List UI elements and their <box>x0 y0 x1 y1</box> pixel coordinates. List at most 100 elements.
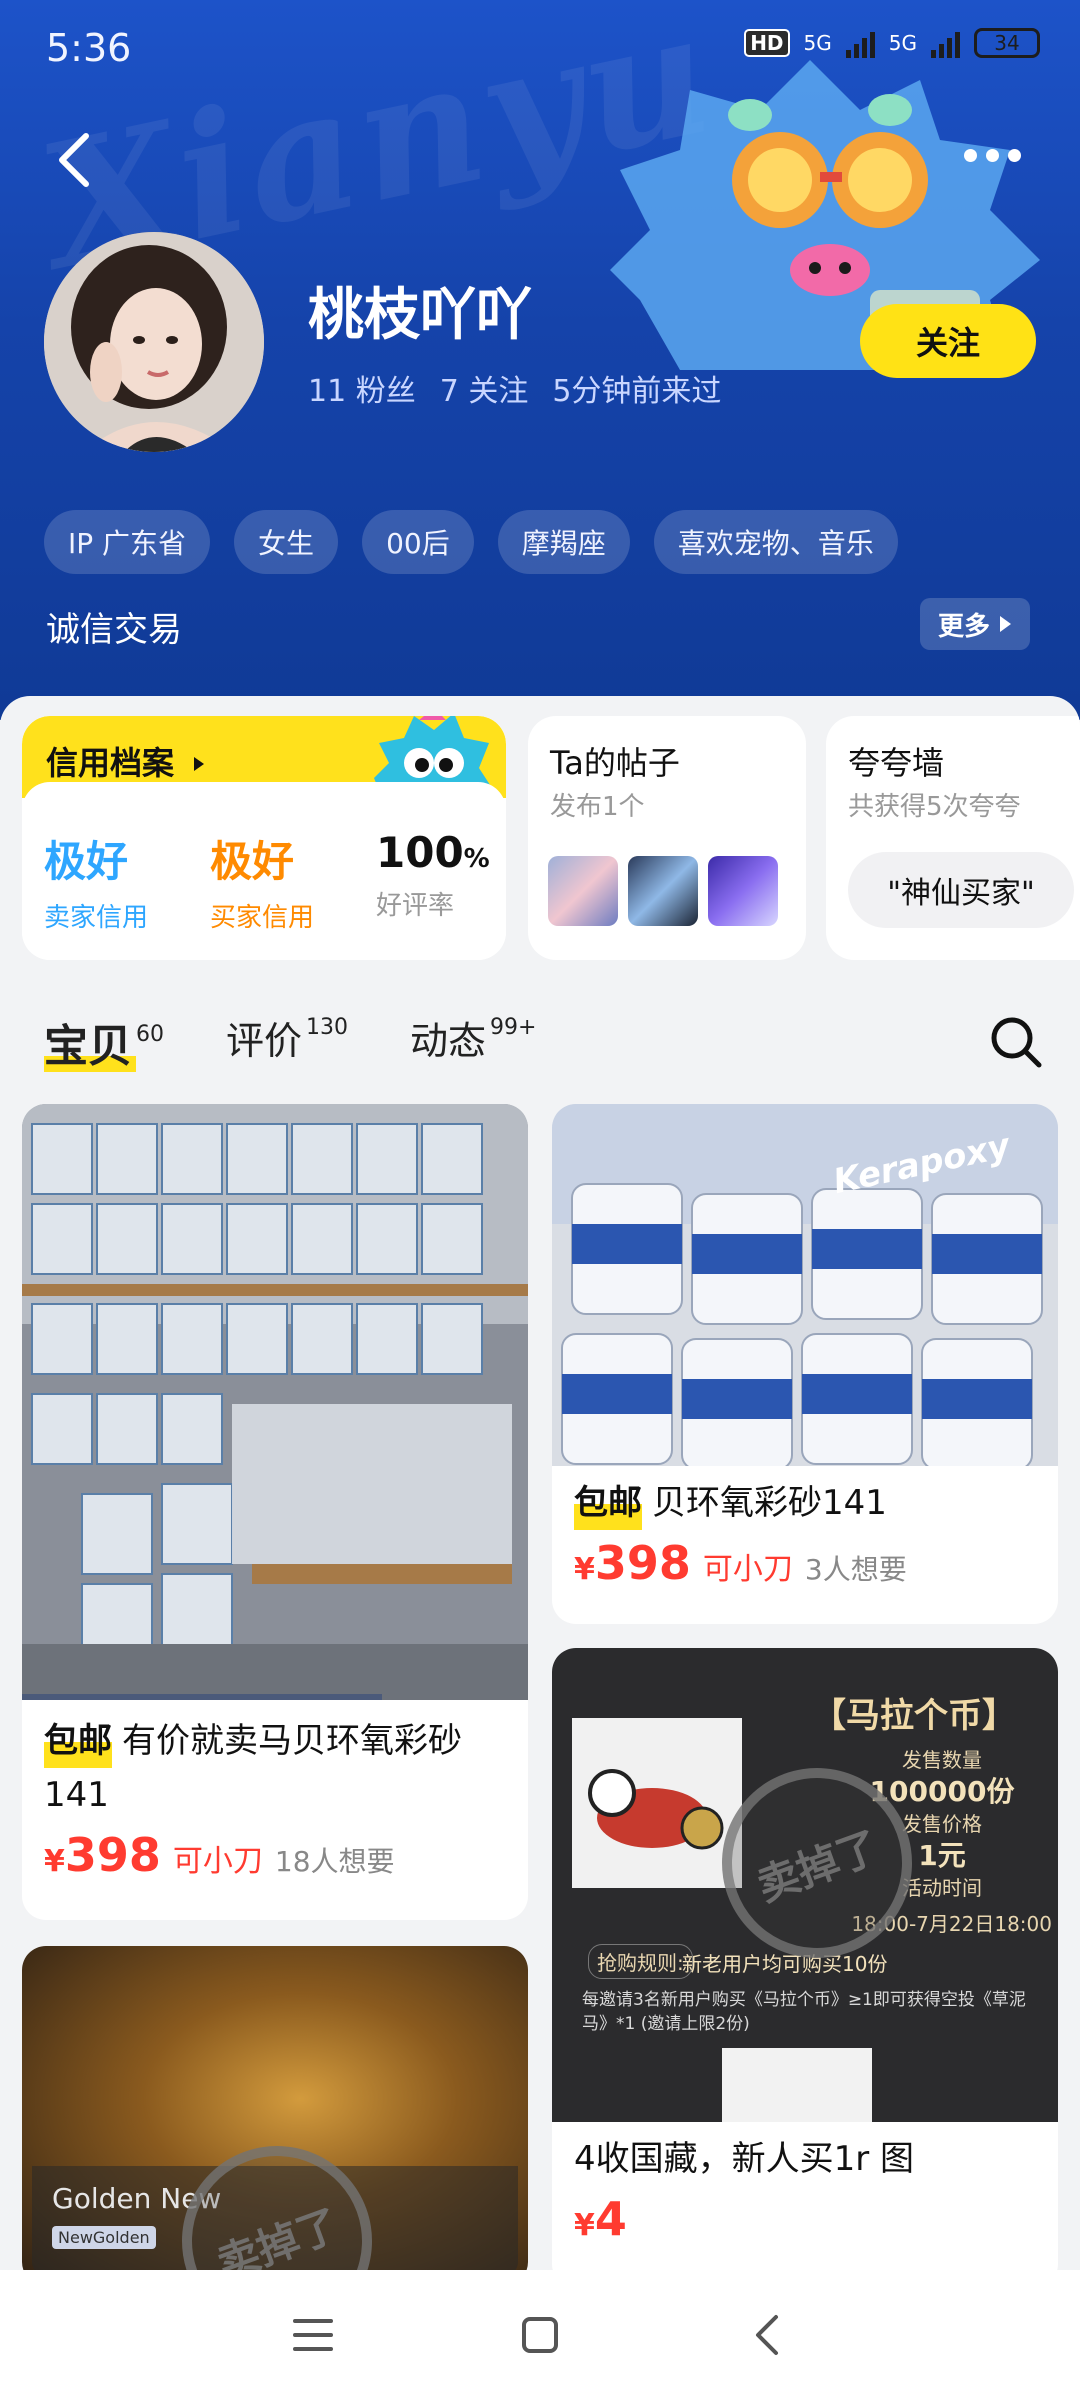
product-card[interactable]: Kerapoxy 包邮 贝环氧彩砂141 ¥398 可小刀 3人想要 <box>552 1104 1058 1624</box>
tag-location[interactable]: IP 广东省 <box>44 510 211 574</box>
tag-gender[interactable]: 女生 <box>234 510 339 574</box>
currency-symbol: ¥ <box>574 2208 595 2243</box>
product-image: 【马拉个币】 发售数量 100000份 发售价格 1元 活动时间 18:00-7… <box>552 1648 1058 2122</box>
posts-card[interactable]: Ta的帖子 发布1个 <box>528 716 806 960</box>
signal-icon <box>845 28 875 58</box>
tab-items-label: 宝贝 <box>44 1021 132 1072</box>
product-image-illustration <box>572 1718 742 1888</box>
product-image <box>22 1104 528 1700</box>
price-value: 4 <box>594 2192 627 2246</box>
product-info: 4收国藏，新人买1r 图 ¥4 <box>574 2132 1036 2246</box>
alpaca-illustration <box>722 2048 872 2122</box>
rate-unit: % <box>463 844 490 874</box>
price-row: ¥398 可小刀 3人想要 <box>574 1536 1036 1590</box>
more-button[interactable]: 更多 <box>919 598 1030 650</box>
more-dots-icon <box>1007 148 1021 162</box>
image-note: 每邀请3名新用户购买《马拉个币》≥1即可获得空投《草泥马》*1 (邀请上限2份) <box>582 1990 1026 2034</box>
image-rule-label: 抢购规则: <box>588 1944 693 1979</box>
product-price: ¥398 <box>44 1828 161 1882</box>
image-title: 【马拉个币】 <box>812 1696 1016 1736</box>
back-arrow-icon <box>59 133 89 187</box>
back-triangle-icon <box>755 2315 778 2355</box>
product-info: 包邮 贝环氧彩砂141 ¥398 可小刀 3人想要 <box>574 1476 1036 1590</box>
content-tabs: 宝贝 60 评价 130 动态 99+ <box>44 1010 536 1074</box>
product-title: 包邮 有价就卖马贝环氧彩砂141 <box>44 1714 506 1822</box>
praise-count: 共获得5次夸夸 <box>848 792 1021 822</box>
fans-count[interactable]: 11 粉丝 <box>308 366 416 410</box>
post-thumbnail <box>628 856 698 926</box>
buyer-credit-label: 买家信用 <box>210 903 315 933</box>
battery-icon: 34 <box>974 28 1040 58</box>
currency-symbol: ¥ <box>44 1844 65 1879</box>
free-shipping-badge: 包邮 <box>44 1714 112 1768</box>
product-title-text: 贝环氧彩砂141 <box>652 1483 887 1523</box>
credit-title: 信用档案 <box>46 738 207 784</box>
profile-header: Xianyu 5:36 HD 5G 5G 34 桃枝吖吖 11 粉丝 7 关注 … <box>0 0 1080 720</box>
tag-zodiac[interactable]: 摩羯座 <box>497 510 630 574</box>
tag-age[interactable]: 00后 <box>362 510 474 574</box>
product-card[interactable]: 包邮 有价就卖马贝环氧彩砂141 ¥398 可小刀 18人想要 <box>22 1104 528 1920</box>
price-row: ¥4 <box>574 2192 1036 2246</box>
seller-credit-label: 卖家信用 <box>44 903 149 933</box>
chevron-right-icon <box>1000 616 1011 632</box>
back-button[interactable] <box>52 130 102 190</box>
main-panel: 信用档案 极好 卖家信用 极好 买家信用 100% 好评率 Ta的帖子 发布1个… <box>0 696 1080 2270</box>
bargain-label: 可小刀 <box>702 1552 793 1587</box>
home-square-icon <box>521 2317 558 2353</box>
praise-wall-card[interactable]: 夸夸墙 共获得5次夸夸 "神仙买家" <box>826 716 1080 960</box>
tab-reviews-count: 130 <box>306 1015 349 1041</box>
follow-button[interactable]: 关注 <box>860 304 1036 378</box>
menu-icon <box>293 2319 334 2351</box>
system-back-button[interactable] <box>732 2300 802 2370</box>
recent-apps-button[interactable] <box>278 2300 348 2370</box>
price-row: ¥398 可小刀 18人想要 <box>44 1828 506 1882</box>
tab-activity[interactable]: 动态 99+ <box>410 1010 536 1065</box>
price-value: 398 <box>64 1828 161 1882</box>
horse-icon <box>588 1769 724 1850</box>
price-value: 398 <box>594 1536 691 1590</box>
free-shipping-badge: 包邮 <box>574 1476 642 1530</box>
status-icons: HD 5G 5G 34 <box>744 28 1040 58</box>
praise-tag[interactable]: "神仙买家" <box>848 852 1074 928</box>
product-card[interactable]: 【马拉个币】 发售数量 100000份 发售价格 1元 活动时间 18:00-7… <box>552 1648 1058 2270</box>
buyer-credit: 极好 买家信用 <box>210 828 314 934</box>
search-button[interactable] <box>986 1012 1046 1072</box>
tag-hobbies[interactable]: 喜欢宠物、音乐 <box>653 510 898 574</box>
avatar[interactable] <box>44 232 264 452</box>
username: 桃枝吖吖 <box>308 283 532 348</box>
chevron-right-icon <box>194 757 205 771</box>
credit-body: 极好 卖家信用 极好 买家信用 100% 好评率 <box>22 782 506 960</box>
want-count: 3人想要 <box>804 1553 907 1586</box>
tab-items[interactable]: 宝贝 60 <box>44 1010 164 1074</box>
following-count[interactable]: 7 关注 <box>440 366 529 410</box>
more-dots-icon <box>963 148 977 162</box>
seller-credit: 极好 卖家信用 <box>44 828 148 934</box>
positive-rate-label: 好评率 <box>376 891 455 921</box>
product-card[interactable]: Golden New NewGolden 卖掉了 <box>22 1946 528 2270</box>
home-button[interactable] <box>505 2300 575 2370</box>
credit-card[interactable]: 信用档案 极好 卖家信用 极好 买家信用 100% 好评率 <box>22 716 506 960</box>
product-image: Golden New NewGolden 卖掉了 <box>22 1946 528 2270</box>
profile-tags: IP 广东省 女生 00后 摩羯座 喜欢宠物、音乐 <box>44 510 898 574</box>
currency-symbol: ¥ <box>574 1552 595 1587</box>
tab-activity-label: 动态 <box>410 1019 487 1063</box>
product-price: ¥4 <box>574 2192 627 2246</box>
status-time: 5:36 <box>46 26 132 70</box>
image-line: 发售数量 <box>902 1748 982 1772</box>
seller-credit-value: 极好 <box>44 837 129 886</box>
system-nav-bar <box>0 2270 1080 2400</box>
tab-items-count: 60 <box>136 1022 164 1048</box>
avatar-image <box>44 232 264 452</box>
last-seen: 5分钟前来过 <box>552 374 722 409</box>
trust-label: 诚信交易 <box>46 610 182 650</box>
network-label: 5G <box>803 31 832 55</box>
posts-count: 发布1个 <box>550 792 645 822</box>
rate-number: 100 <box>376 828 464 877</box>
tab-reviews-label: 评价 <box>226 1019 303 1063</box>
tab-reviews[interactable]: 评价 130 <box>226 1010 348 1065</box>
positive-rate: 100% 好评率 <box>376 828 490 922</box>
more-dots-icon <box>985 148 999 162</box>
buyer-credit-value: 极好 <box>210 837 295 886</box>
more-options-button[interactable] <box>952 130 1032 180</box>
positive-rate-value: 100% <box>376 828 490 877</box>
